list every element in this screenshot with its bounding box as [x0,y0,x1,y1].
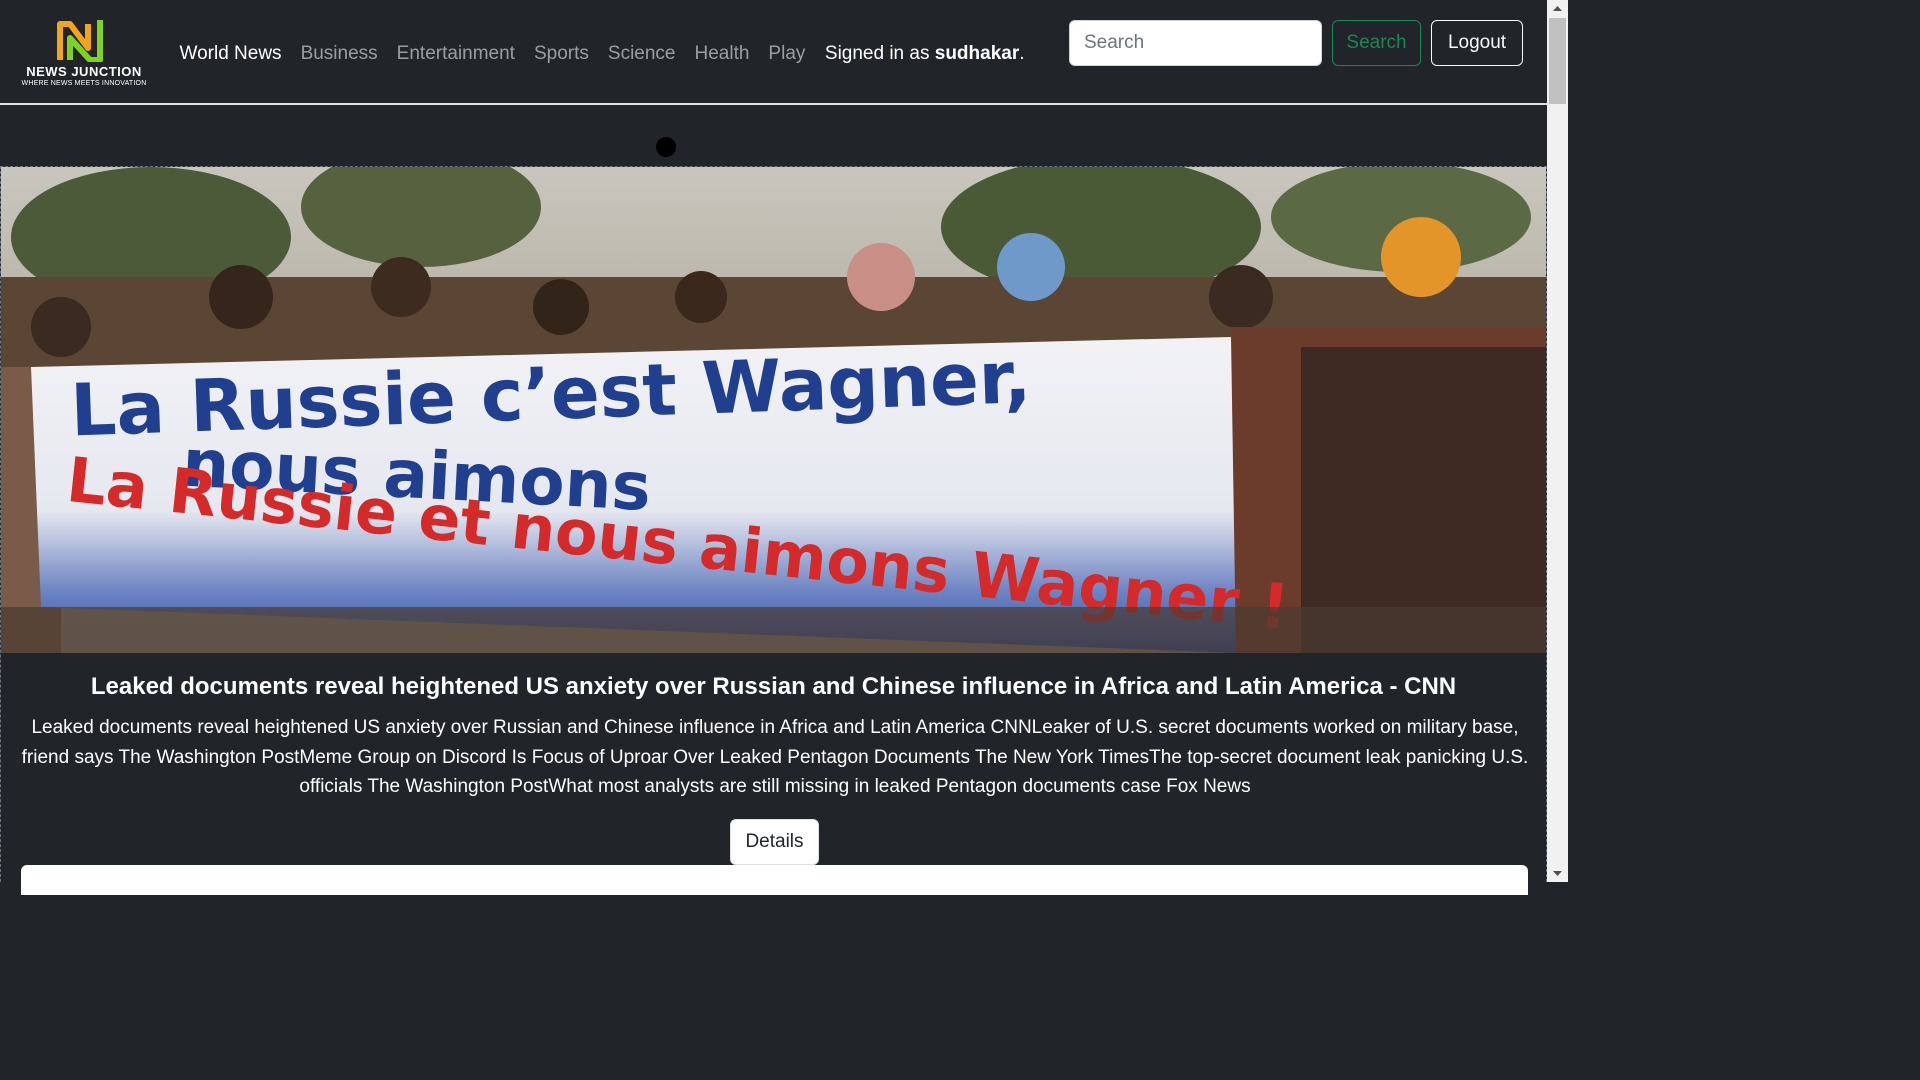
search-input[interactable] [1069,20,1322,66]
nav-item-sports[interactable]: Sports [524,43,598,65]
news-card: La Russie c’est Wagner, nous aimons La R… [0,166,1547,895]
next-news-card [21,865,1528,895]
scrollbar-thumb[interactable] [1549,18,1566,104]
nav-item-business[interactable]: Business [291,43,387,65]
vertical-scrollbar[interactable] [1547,0,1568,882]
signed-in-prefix: Signed in as [824,43,935,64]
nav-item-science[interactable]: Science [598,43,685,65]
brand-tagline: WHERE NEWS MEETS INNOVATION [21,80,147,87]
nav-item-play[interactable]: Play [759,43,815,65]
loading-dot [656,137,676,157]
article-image: La Russie c’est Wagner, nous aimons La R… [1,167,1546,653]
nav-item-health[interactable]: Health [685,43,759,65]
brand-logo[interactable]: NEWS JUNCTION WHERE NEWS MEETS INNOVATIO… [18,18,150,90]
signed-in-suffix: . [1019,43,1025,64]
article-description: Leaked documents reveal heightened US an… [21,717,1529,797]
signed-in-status: Signed in as sudhakar. [815,43,1025,65]
navbar: NEWS JUNCTION WHERE NEWS MEETS INNOVATIO… [0,0,1547,105]
logo-n-icon [57,20,103,62]
search-button[interactable]: Search [1332,20,1421,66]
protest-banner-photo: La Russie c’est Wagner, nous aimons La R… [1,167,1546,653]
nav-menu: World News Business Entertainment Sports… [170,38,1025,70]
scroll-down-arrow-icon[interactable] [1547,866,1568,882]
nav-item-world-news[interactable]: World News [170,43,291,65]
article-title[interactable]: Leaked documents reveal heightened US an… [1,673,1546,701]
details-button[interactable]: Details [730,819,819,865]
username: sudhakar [934,43,1020,64]
brand-name: NEWS JUNCTION [26,64,142,79]
logout-button[interactable]: Logout [1431,20,1523,66]
nav-item-entertainment[interactable]: Entertainment [387,43,524,65]
scroll-up-arrow-icon[interactable] [1547,0,1568,16]
